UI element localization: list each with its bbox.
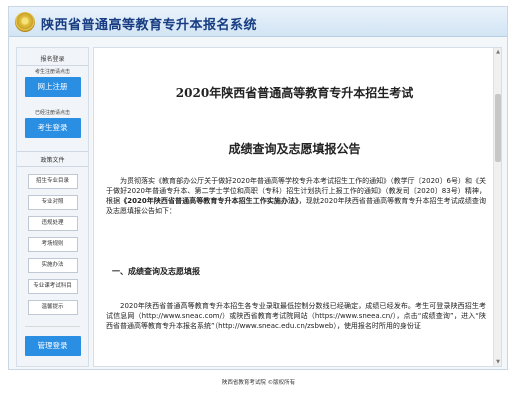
announcement-subtitle: 成绩查询及志愿填报公告 <box>228 142 361 156</box>
sidebar: 报名登录 考生注册请点击 网上注册 已经注册请点击 考生登录 政策文件 招生专业… <box>16 47 89 367</box>
policy-link-exam-subjects[interactable]: 专业课考试科目 <box>27 279 78 294</box>
divider <box>17 166 88 167</box>
footer-copyright: 陕西省教育考试院 ©版权所有 <box>221 380 296 386</box>
section1-paragraph: 2020年陕西省普通高等教育专升本招生各专业录取最低控制分数线已经确定，成绩已经… <box>106 302 486 330</box>
candidate-login-button[interactable]: 考生登录 <box>24 118 81 138</box>
system-title: 陕西省普通高等教育专升本报名系统 <box>41 18 258 33</box>
policy-link-violations[interactable]: 违规处理 <box>27 216 78 231</box>
admin-login-button[interactable]: 管理登录 <box>24 336 81 356</box>
vertical-scrollbar[interactable]: ▲ ▼ <box>493 48 501 366</box>
announcement-panel: 2020年陕西省普通高等教育专升本招生考试 成绩查询及志愿填报公告 为贯彻落实《… <box>93 47 502 367</box>
announcement-title: 2020年陕西省普通高等教育专升本招生考试 <box>175 86 414 100</box>
header-bar: 陕西省普通高等教育专升本报名系统 <box>9 7 507 37</box>
login-section-title: 报名登录 <box>40 56 65 63</box>
policy-link-implementation[interactable]: 实施办法 <box>27 258 78 273</box>
emblem-icon <box>15 12 35 32</box>
intro-paragraph: 为贯彻落实《教育部办公厅关于做好2020年普通高等学校专升本考试招生工作的通知》… <box>106 176 486 216</box>
register-button[interactable]: 网上注册 <box>24 77 81 97</box>
policy-link-tips[interactable]: 温馨提示 <box>27 300 78 315</box>
scroll-thumb[interactable] <box>495 94 501 162</box>
login-note: 已经注册请点击 <box>34 110 70 116</box>
divider <box>17 151 88 152</box>
policy-link-catalog[interactable]: 招生专业目录 <box>27 174 78 189</box>
policy-section-title: 政策文件 <box>40 157 65 164</box>
register-note: 考生注册请点击 <box>34 69 70 75</box>
app-frame: 陕西省普通高等教育专升本报名系统 报名登录 考生注册请点击 网上注册 已经注册请… <box>8 6 508 370</box>
policy-link-major-mapping[interactable]: 专业对照 <box>27 195 78 210</box>
section1-heading: 一、成绩查询及志愿填报 <box>112 267 200 276</box>
intro-bold-text: 《2020年陕西省普通高等教育专升本招生工作实施办法》 <box>120 197 299 205</box>
scroll-up-arrow-icon[interactable]: ▲ <box>494 48 501 56</box>
policy-link-exam-rules[interactable]: 考场规则 <box>27 237 78 252</box>
scroll-down-arrow-icon[interactable]: ▼ <box>494 358 501 366</box>
divider <box>17 65 88 66</box>
